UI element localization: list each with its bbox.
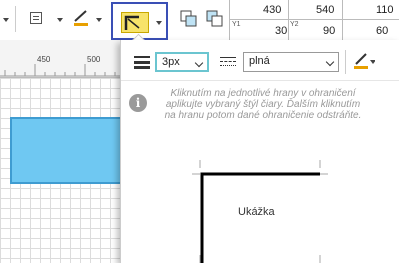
- horizontal-ruler: 450 500: [0, 40, 120, 78]
- coord-y2-value[interactable]: 90: [323, 25, 335, 37]
- coord-y1-value[interactable]: 30: [275, 25, 287, 37]
- line-style-value: plná: [249, 55, 270, 67]
- text-align-button[interactable]: [30, 12, 42, 24]
- coord-x1-value[interactable]: 430: [263, 4, 281, 16]
- chevron-down-icon: [194, 58, 204, 68]
- pen-color-dropdown-icon[interactable]: [96, 18, 102, 22]
- selected-shape[interactable]: [10, 117, 122, 184]
- preview-label: Ukážka: [238, 206, 275, 218]
- line-style-select[interactable]: plná: [243, 52, 339, 72]
- coord-y2-label: Y2: [290, 21, 299, 28]
- line-weight-icon: [134, 55, 150, 69]
- coord-x2-value[interactable]: 540: [316, 4, 334, 16]
- ruler-mark-500: 500: [87, 55, 101, 64]
- pen-icon: [354, 53, 376, 69]
- popup-divider: [121, 80, 399, 81]
- ruler-mark-450: 450: [37, 55, 51, 64]
- coord-height-value[interactable]: 60: [376, 25, 388, 37]
- line-thickness-select[interactable]: 3px: [155, 52, 209, 72]
- bring-forward-icon[interactable]: [180, 10, 200, 30]
- info-icon: i: [129, 94, 147, 112]
- border-icon: [121, 12, 149, 33]
- coordinates-panel: 430 540 110 Y1 Y2 30 90 60: [229, 0, 399, 40]
- send-backward-icon[interactable]: [206, 10, 226, 30]
- chevron-down-icon: [325, 57, 335, 67]
- info-text: Kliknutím na jednotlivé hrany v ohraniče…: [164, 88, 362, 121]
- pen-color-button[interactable]: [72, 8, 90, 26]
- text-align-dropdown-icon[interactable]: [57, 18, 63, 22]
- preview-border-line: [200, 172, 320, 263]
- coord-width-value[interactable]: 110: [376, 4, 394, 16]
- popup-separator: [345, 50, 346, 74]
- line-thickness-value: 3px: [162, 56, 180, 68]
- coord-y1-label: Y1: [232, 21, 241, 28]
- line-style-icon: [220, 55, 236, 69]
- toolbar: 430 540 110 Y1 Y2 30 90 60: [0, 0, 399, 40]
- dropdown-arrow-icon[interactable]: [3, 18, 9, 22]
- pen-icon: [74, 10, 88, 26]
- toolbar-separator: [15, 6, 16, 32]
- border-dropdown-icon: [156, 21, 162, 25]
- line-color-button[interactable]: [353, 51, 376, 71]
